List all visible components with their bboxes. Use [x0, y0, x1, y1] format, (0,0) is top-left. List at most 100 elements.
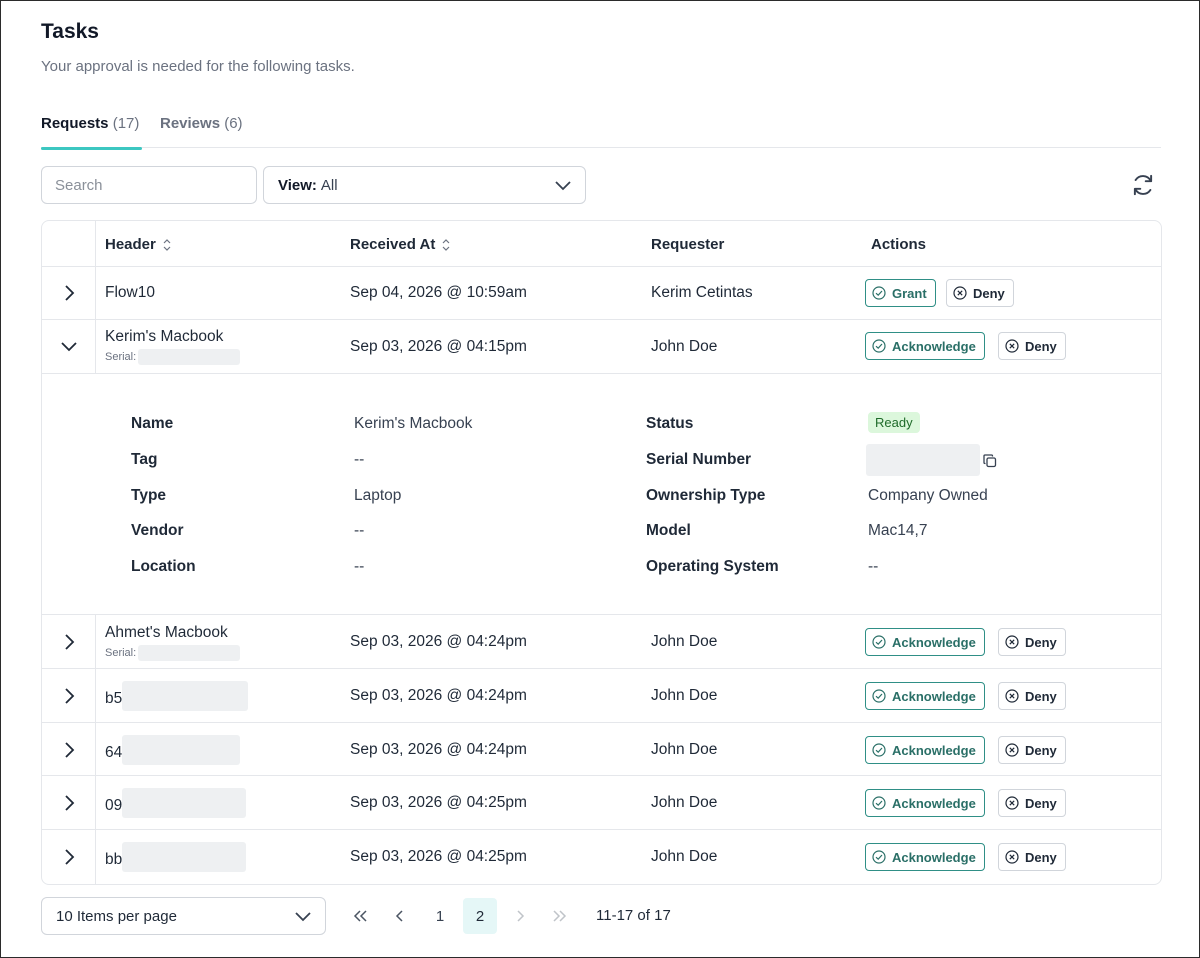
deny-button[interactable]: Deny: [998, 843, 1066, 871]
page-button-1[interactable]: 1: [423, 898, 457, 934]
view-filter-label: View:: [278, 176, 317, 194]
first-page-button[interactable]: [343, 898, 377, 934]
row-header: b5: [105, 681, 249, 711]
tab-reviews[interactable]: Reviews (6): [160, 115, 243, 148]
row-serial: Serial:: [105, 645, 241, 661]
table-row[interactable]: Flow10 Sep 04, 2026 @ 10:59am Kerim Ceti…: [42, 267, 1161, 320]
row-header: Ahmet's Macbook Serial:: [105, 624, 241, 661]
acknowledge-button[interactable]: Acknowledge: [865, 736, 985, 764]
detail-tag-value: --: [354, 451, 365, 468]
check-circle-icon: [872, 689, 886, 703]
search-input[interactable]: [41, 166, 257, 204]
chevron-right-icon[interactable]: [58, 685, 80, 707]
column-header-header[interactable]: Header: [105, 236, 173, 253]
tab-requests[interactable]: Requests (17): [41, 115, 142, 150]
page-button-2[interactable]: 2: [463, 898, 497, 934]
copy-icon[interactable]: [982, 453, 998, 469]
detail-model-label: Model: [646, 522, 691, 539]
row-received-at: Sep 03, 2026 @ 04:24pm: [350, 741, 527, 758]
row-received-at: Sep 03, 2026 @ 04:24pm: [350, 633, 527, 650]
chevron-right-icon: [517, 910, 525, 922]
row-received-at: Sep 03, 2026 @ 04:15pm: [350, 338, 527, 355]
detail-tag-label: Tag: [131, 451, 158, 468]
acknowledge-button[interactable]: Acknowledge: [865, 628, 985, 656]
deny-button[interactable]: Deny: [998, 736, 1066, 764]
tab-bar: Requests (17) Reviews (6): [41, 115, 1161, 150]
chevron-right-icon[interactable]: [58, 792, 80, 814]
acknowledge-button-label: Acknowledge: [892, 795, 976, 811]
x-circle-icon: [1005, 796, 1019, 810]
row-header-title: bb: [105, 851, 123, 868]
deny-button[interactable]: Deny: [998, 628, 1066, 656]
column-header-requester: Requester: [651, 236, 725, 253]
table-row[interactable]: Kerim's Macbook Serial: Sep 03, 2026 @ 0…: [42, 320, 1161, 374]
check-circle-icon: [872, 286, 886, 300]
page-title: Tasks: [41, 20, 99, 43]
sort-icon: [163, 238, 171, 251]
check-circle-icon: [872, 339, 886, 353]
acknowledge-button[interactable]: Acknowledge: [865, 682, 985, 710]
column-header-received-at[interactable]: Received At: [350, 236, 452, 253]
deny-button[interactable]: Deny: [946, 279, 1014, 307]
row-serial-label: Serial:: [105, 351, 137, 363]
x-circle-icon: [1005, 850, 1019, 864]
deny-button[interactable]: Deny: [998, 682, 1066, 710]
table-row[interactable]: bb Sep 03, 2026 @ 04:25pm John Doe Ackno…: [42, 830, 1161, 884]
chevron-right-icon[interactable]: [58, 282, 80, 304]
tab-requests-label: Requests: [41, 115, 109, 132]
acknowledge-button-label: Acknowledge: [892, 688, 976, 704]
page-subtitle: Your approval is needed for the followin…: [41, 58, 355, 75]
deny-button[interactable]: Deny: [998, 789, 1066, 817]
table-row[interactable]: b5 Sep 03, 2026 @ 04:24pm John Doe Ackno…: [42, 669, 1161, 723]
detail-os-label: Operating System: [646, 558, 779, 575]
items-per-page-value: 10 Items per page: [56, 907, 177, 925]
tab-requests-count: (17): [112, 115, 140, 132]
refresh-icon[interactable]: [1130, 172, 1156, 198]
acknowledge-button[interactable]: Acknowledge: [865, 843, 985, 871]
detail-name-value: Kerim's Macbook: [354, 415, 473, 432]
row-requester: John Doe: [651, 633, 718, 650]
view-filter-select[interactable]: View: All: [263, 166, 586, 204]
detail-name-label: Name: [131, 415, 174, 432]
detail-vendor-label: Vendor: [131, 522, 184, 539]
row-received-at: Sep 04, 2026 @ 10:59am: [350, 284, 527, 301]
chevron-right-icon[interactable]: [58, 739, 80, 761]
detail-model-value: Mac14,7: [868, 522, 928, 539]
deny-button[interactable]: Deny: [998, 332, 1066, 360]
acknowledge-button-label: Acknowledge: [892, 849, 976, 865]
sort-icon: [442, 238, 450, 251]
check-circle-icon: [872, 635, 886, 649]
last-page-button[interactable]: [543, 898, 577, 934]
table-row[interactable]: Ahmet's Macbook Serial: Sep 03, 2026 @ 0…: [42, 615, 1161, 669]
column-header-header-label: Header: [105, 236, 156, 253]
x-circle-icon: [1005, 635, 1019, 649]
items-per-page-select[interactable]: 10 Items per page: [41, 897, 326, 935]
check-circle-icon: [872, 796, 886, 810]
deny-button-label: Deny: [1025, 795, 1057, 811]
next-page-button[interactable]: [503, 898, 537, 934]
x-circle-icon: [953, 286, 967, 300]
table-row[interactable]: 64 Sep 03, 2026 @ 04:24pm John Doe Ackno…: [42, 723, 1161, 776]
tab-reviews-label: Reviews: [160, 115, 221, 132]
check-circle-icon: [872, 743, 886, 757]
chevron-right-icon[interactable]: [58, 846, 80, 868]
acknowledge-button[interactable]: Acknowledge: [865, 789, 985, 817]
chevron-right-icon[interactable]: [58, 631, 80, 653]
row-requester: John Doe: [651, 338, 718, 355]
redacted-header: [122, 788, 247, 818]
row-details-panel: Name Kerim's Macbook Tag -- Type Laptop …: [42, 374, 1161, 615]
column-header-received-at-label: Received At: [350, 236, 436, 253]
deny-button-label: Deny: [1025, 688, 1057, 704]
previous-page-button[interactable]: [383, 898, 417, 934]
row-header: bb: [105, 842, 247, 872]
redacted-serial: [138, 645, 241, 661]
chevron-down-icon: [555, 181, 571, 191]
acknowledge-button[interactable]: Acknowledge: [865, 332, 985, 360]
deny-button-label: Deny: [1025, 849, 1057, 865]
chevron-down-icon[interactable]: [58, 335, 80, 357]
row-requester: John Doe: [651, 848, 718, 865]
table-row[interactable]: 09 Sep 03, 2026 @ 04:25pm John Doe Ackno…: [42, 776, 1161, 830]
grant-button[interactable]: Grant: [865, 279, 936, 307]
chevrons-left-icon: [353, 910, 367, 922]
detail-os-value: --: [868, 558, 879, 575]
